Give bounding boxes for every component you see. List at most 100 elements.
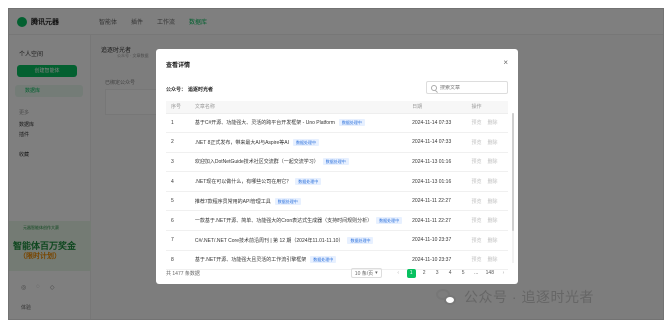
row-title-cell: .NET 8正式发布，带来最大AI与Aspire等AI 数据处理中 (194, 132, 413, 153)
delete-link[interactable]: 删除 (487, 218, 497, 224)
page-size-value: 10 条/页 (354, 270, 374, 277)
page-button-2[interactable]: 2 (420, 269, 429, 278)
row-index: 5 (166, 191, 195, 212)
row-date: 2024-11-10 23:37 (412, 230, 472, 251)
table-row: 6 一款基于.NET开源、简单、功能强大的Cron表达式生成器（支持时间规则分析… (166, 210, 508, 232)
row-title-cell: 欢迎加入DotNetGuide技术社区交流群（一起交流学习） 数据处理中 (194, 152, 413, 173)
status-badge: 数据处理中 (322, 158, 349, 166)
preview-link[interactable]: 预览 (471, 218, 481, 224)
preview-link[interactable]: 预览 (471, 238, 481, 244)
total-count: 共 1477 条数据 (166, 270, 200, 277)
search-icon (431, 84, 437, 91)
row-actions: 预览 删除 (471, 210, 508, 232)
modal-title: 查看详情 (166, 63, 191, 69)
account-value: 追逐时光者 (188, 87, 214, 93)
table-header-row: 序号 文章名称 日期 操作 (166, 101, 508, 114)
delete-link[interactable]: 删除 (487, 159, 497, 165)
row-actions: 预览 删除 (471, 113, 508, 134)
close-icon[interactable]: × (503, 58, 508, 67)
status-badge: 数据处理中 (295, 178, 322, 186)
row-date: 2024-11-11 22:27 (412, 210, 472, 232)
row-date: 2024-11-14 07:33 (412, 132, 472, 153)
row-title-cell: 基于C#开源、功能强大、灵活的跨平台开发框架 - Uno Platform 数据处… (194, 113, 413, 134)
next-page-icon[interactable]: › (499, 269, 508, 278)
row-title: 基于.NET开源、功能强大且灵活的工作流引擎框架 (194, 257, 307, 264)
row-actions: 预览 删除 (471, 171, 508, 192)
page-button-4[interactable]: 4 (446, 269, 455, 278)
row-date: 2024-11-10 23:37 (412, 250, 472, 271)
table-footer: 共 1477 条数据 10 条/页 ▾ ‹ 1 2 3 4 5 ... 148 … (166, 268, 508, 278)
pagination: 10 条/页 ▾ ‹ 1 2 3 4 5 ... 148 › (350, 268, 508, 278)
preview-link[interactable]: 预览 (471, 199, 481, 205)
page-size-select[interactable]: 10 条/页 ▾ (350, 268, 382, 278)
account-row: 公众号： 追逐时光者 (166, 86, 213, 93)
search-input[interactable] (440, 84, 504, 91)
row-title: .NET现在可以做什么，有哪些公司在用它？ (194, 179, 292, 186)
row-date: 2024-11-14 07:33 (412, 113, 472, 134)
preview-link[interactable]: 预览 (471, 179, 481, 185)
column-header-title: 文章名称 (194, 101, 413, 114)
table-row: 4 .NET现在可以做什么，有哪些公司在用它？ 数据处理中 2024-11-13 … (166, 171, 508, 192)
row-date: 2024-11-11 22:27 (412, 191, 472, 212)
table-row: 3 欢迎加入DotNetGuide技术社区交流群（一起交流学习） 数据处理中 20… (166, 152, 508, 173)
column-header-date: 日期 (412, 101, 472, 114)
row-date: 2024-11-13 01:16 (412, 171, 472, 192)
delete-link[interactable]: 删除 (487, 120, 497, 126)
page-button-3[interactable]: 3 (433, 269, 442, 278)
table-row: 1 基于C#开源、功能强大、灵活的跨平台开发框架 - Uno Platform 数… (166, 113, 508, 134)
row-index: 8 (166, 250, 195, 271)
row-actions: 预览 删除 (471, 132, 508, 153)
row-title: C#/.NET/.NET Core技术前沿周刊 | 第 12 期（2024年11… (194, 237, 344, 244)
articles-table: 序号 文章名称 日期 操作 1 基于C#开源、功能强大、灵活的跨平台开发框架 -… (166, 101, 508, 271)
preview-link[interactable]: 预览 (471, 140, 481, 146)
row-actions: 预览 删除 (471, 250, 508, 271)
delete-link[interactable]: 删除 (487, 140, 497, 146)
wechat-logo-icon (436, 287, 458, 307)
row-index: 3 (166, 152, 195, 173)
table-row: 7 C#/.NET/.NET Core技术前沿周刊 | 第 12 期（2024年… (166, 230, 508, 251)
status-badge: 数据处理中 (274, 197, 301, 205)
row-index: 6 (166, 210, 195, 232)
status-badge: 数据处理中 (347, 236, 374, 244)
column-header-index: 序号 (166, 101, 195, 114)
row-title-cell: 推荐7款程序员常用的API管理工具 数据处理中 (194, 191, 413, 212)
row-actions: 预览 删除 (471, 152, 508, 173)
preview-link[interactable]: 预览 (471, 257, 481, 263)
row-title: .NET 8正式发布，带来最大AI与Aspire等AI (194, 139, 289, 146)
page-button-5[interactable]: 5 (459, 269, 468, 278)
preview-link[interactable]: 预览 (471, 120, 481, 126)
row-index: 4 (166, 171, 195, 192)
delete-link[interactable]: 删除 (487, 199, 497, 205)
status-badge: 数据处理中 (292, 138, 319, 146)
search-box[interactable] (426, 81, 508, 94)
details-modal: 查看详情 × 公众号：追逐时光者 序号 文章名称 日期 操作 1 基于C#开源、… (156, 49, 518, 284)
status-badge: 数据处理中 (310, 256, 337, 264)
row-title-cell: 一款基于.NET开源、简单、功能强大的Cron表达式生成器（支持时间规则分析）数… (194, 210, 413, 232)
account-label: 公众号： (166, 87, 187, 93)
row-title-cell: .NET现在可以做什么，有哪些公司在用它？ 数据处理中 (194, 171, 413, 192)
delete-link[interactable]: 删除 (487, 179, 497, 185)
row-title: 欢迎加入DotNetGuide技术社区交流群（一起交流学习） (194, 159, 319, 166)
row-actions: 预览 删除 (471, 230, 508, 251)
table-scrollbar-thumb[interactable] (512, 113, 514, 231)
status-badge: 数据处理中 (376, 217, 403, 225)
page-ellipsis[interactable]: ... (472, 269, 481, 278)
row-index: 7 (166, 230, 195, 251)
row-title-cell: C#/.NET/.NET Core技术前沿周刊 | 第 12 期（2024年11… (194, 230, 413, 251)
prev-page-icon[interactable]: ‹ (394, 269, 403, 278)
row-title: 基于C#开源、功能强大、灵活的跨平台开发框架 - Uno Platform (194, 120, 335, 127)
status-badge: 数据处理中 (338, 119, 365, 127)
page-button-last[interactable]: 148 (485, 269, 495, 278)
delete-link[interactable]: 删除 (487, 257, 497, 263)
table-row: 2 .NET 8正式发布，带来最大AI与Aspire等AI 数据处理中 2024-… (166, 132, 508, 153)
delete-link[interactable]: 删除 (487, 238, 497, 244)
page-button-1[interactable]: 1 (406, 268, 416, 278)
table-row: 5 推荐7款程序员常用的API管理工具 数据处理中 2024-11-11 22:2… (166, 191, 508, 212)
row-index: 1 (166, 113, 195, 134)
preview-link[interactable]: 预览 (471, 159, 481, 165)
watermark: 公众号 · 追逐时光者 (436, 286, 668, 308)
row-title-cell: 基于.NET开源、功能强大且灵活的工作流引擎框架 数据处理中 (194, 250, 413, 271)
row-actions: 预览 删除 (471, 191, 508, 212)
row-date: 2024-11-13 01:16 (412, 152, 472, 173)
chevron-down-icon: ▾ (375, 270, 378, 276)
